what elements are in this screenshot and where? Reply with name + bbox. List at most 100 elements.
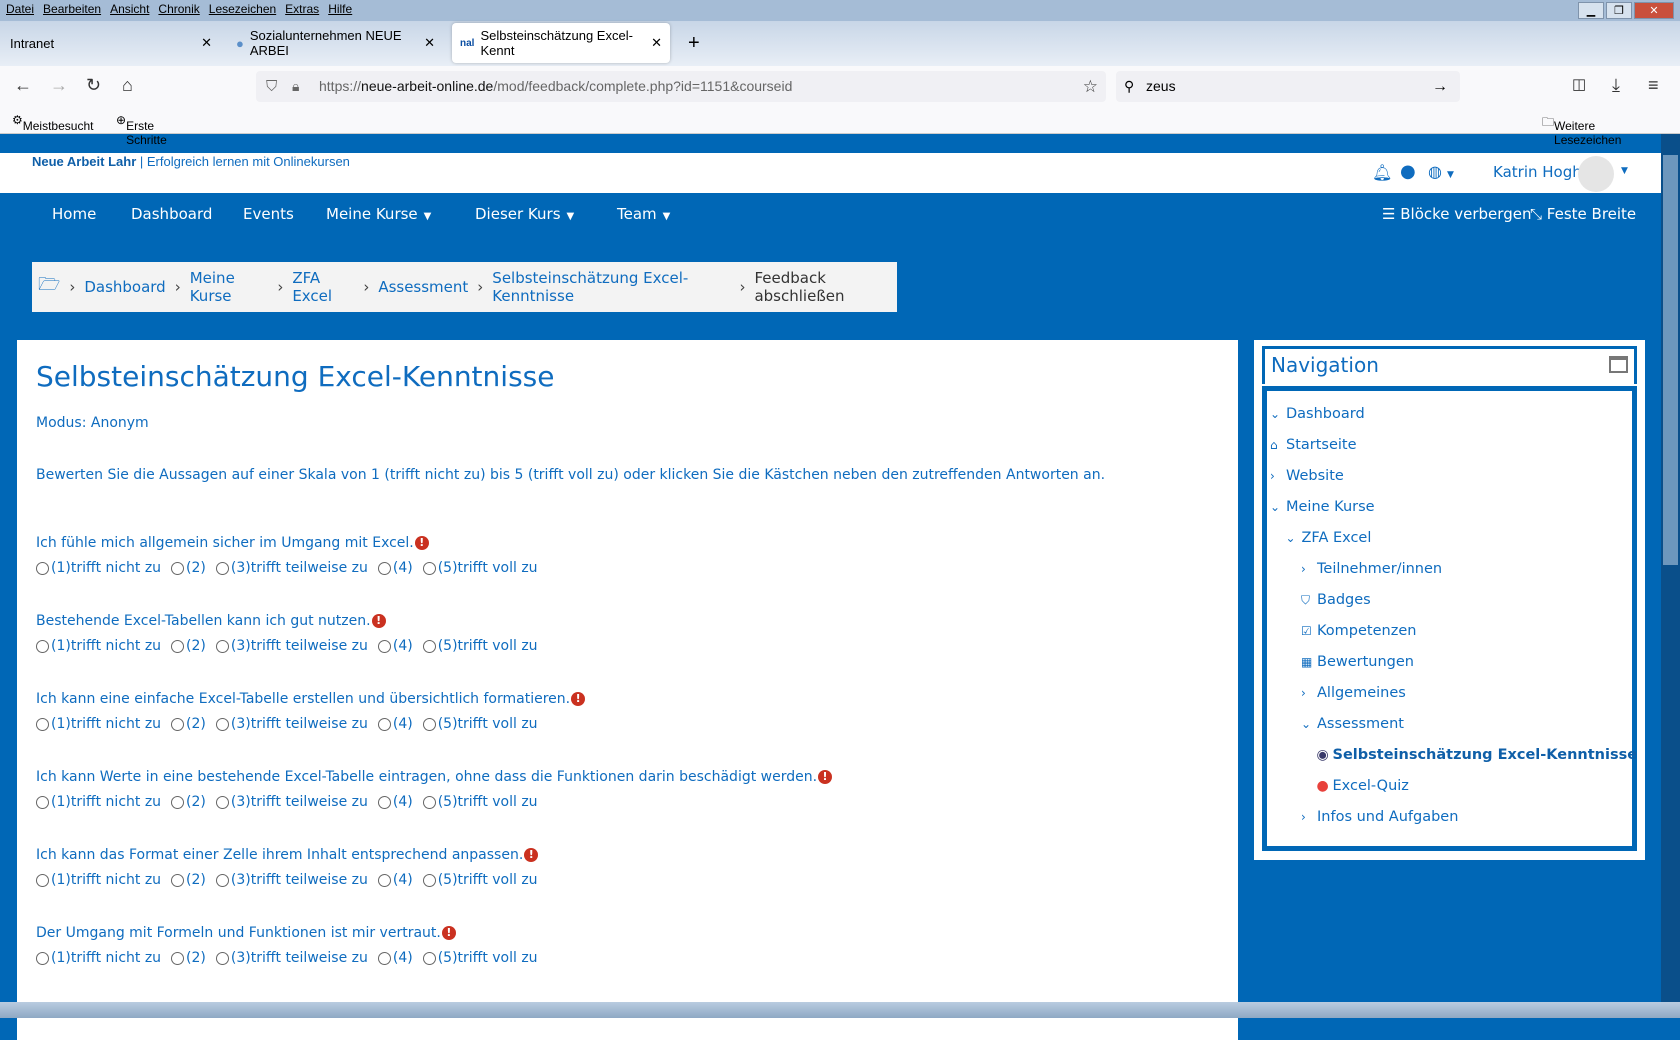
forward-icon[interactable]: → <box>50 75 68 96</box>
nav-item-infos-und-aufgaben[interactable]: › Infos und Aufgaben <box>1301 809 1458 825</box>
nav-item-bewertungen[interactable]: ▦ Bewertungen <box>1301 654 1414 670</box>
radio-button[interactable] <box>36 795 49 809</box>
radio-button[interactable] <box>36 717 49 731</box>
hamburger-menu-icon[interactable]: ≡ <box>1648 75 1659 96</box>
nav-item-zfa-excel[interactable]: ⌄ ZFA Excel <box>1286 530 1372 546</box>
breadcrumb-assessment[interactable]: Assessment <box>378 278 468 296</box>
restore-button[interactable]: ❐ <box>1606 2 1632 19</box>
close-tab-icon[interactable]: ✕ <box>424 35 435 51</box>
menu-lesezeichen[interactable]: Lesezeichen <box>209 2 276 19</box>
bell-icon[interactable]: 🔔︎ <box>1372 163 1392 182</box>
radio-button[interactable] <box>215 717 229 731</box>
new-tab-button[interactable]: + <box>680 23 708 63</box>
search-field[interactable]: ⚲ zeus → <box>1116 71 1460 102</box>
rating-option-2[interactable]: (2) <box>171 794 206 810</box>
radio-button[interactable] <box>36 873 49 887</box>
user-menu-caret-icon[interactable]: ▼ <box>1621 166 1628 176</box>
radio-button[interactable] <box>422 951 436 965</box>
menu-extras[interactable]: Extras <box>285 2 319 19</box>
rating-option-1[interactable]: (1)trifft nicht zu <box>36 716 161 732</box>
radio-button[interactable] <box>171 873 185 887</box>
rating-option-3[interactable]: (3)trifft teilweise zu <box>215 716 368 732</box>
radio-button[interactable] <box>377 639 391 653</box>
rating-option-4[interactable]: (4) <box>377 794 413 810</box>
radio-button[interactable] <box>377 717 391 731</box>
nav-item-website[interactable]: › Website <box>1270 468 1344 484</box>
menu-ansicht[interactable]: Ansicht <box>110 2 149 19</box>
nav-meine-kurse[interactable]: Meine Kurse ▼ <box>326 205 431 223</box>
bookmark-star-icon[interactable]: ☆ <box>1083 71 1098 102</box>
pocket-icon[interactable]: ◫ <box>1572 75 1586 93</box>
close-tab-icon[interactable]: ✕ <box>201 35 212 51</box>
nav-item-badges[interactable]: ⛉ Badges <box>1301 592 1371 608</box>
user-name[interactable]: Katrin Hogh <box>1493 163 1582 181</box>
radio-button[interactable] <box>171 795 185 809</box>
rating-option-4[interactable]: (4) <box>377 560 413 576</box>
radio-button[interactable] <box>171 639 185 653</box>
avatar[interactable] <box>1578 156 1614 192</box>
nav-item-assessment[interactable]: ⌄ Assessment <box>1301 716 1404 732</box>
download-icon[interactable]: ⤓ <box>1612 75 1620 96</box>
rating-option-5[interactable]: (5)trifft voll zu <box>422 560 538 576</box>
radio-button[interactable] <box>422 795 436 809</box>
nav-item-dashboard[interactable]: ⌄ Dashboard <box>1270 406 1365 422</box>
radio-button[interactable] <box>36 561 49 575</box>
search-go-icon[interactable]: → <box>1432 71 1448 102</box>
nav-item-kompetenzen[interactable]: ☑ Kompetenzen <box>1301 623 1416 639</box>
rating-option-2[interactable]: (2) <box>171 560 206 576</box>
rating-option-1[interactable]: (1)trifft nicht zu <box>36 950 161 966</box>
radio-button[interactable] <box>215 795 229 809</box>
rating-option-4[interactable]: (4) <box>377 716 413 732</box>
nav-item-meine-kurse[interactable]: ⌄ Meine Kurse <box>1270 499 1375 515</box>
radio-button[interactable] <box>215 951 229 965</box>
nav-item-startseite[interactable]: ⌂ Startseite <box>1270 437 1357 453</box>
tab-selbsteinschaetzung[interactable]: nal Selbsteinschätzung Excel-Kennt ✕ <box>452 23 670 63</box>
breadcrumb-dashboard[interactable]: Dashboard <box>84 278 165 296</box>
back-icon[interactable]: ← <box>14 75 32 96</box>
radio-button[interactable] <box>215 561 229 575</box>
site-brand[interactable]: Neue Arbeit Lahr | Erfolgreich lernen mi… <box>32 154 350 169</box>
rating-option-5[interactable]: (5)trifft voll zu <box>422 950 538 966</box>
nav-item-teilnehmer[interactable]: › Teilnehmer/innen <box>1301 561 1442 577</box>
bookmark-erste-schritte[interactable]: ⊕ Erste Schritte <box>116 113 167 147</box>
radio-button[interactable] <box>36 951 49 965</box>
rating-option-1[interactable]: (1)trifft nicht zu <box>36 872 161 888</box>
rating-option-3[interactable]: (3)trifft teilweise zu <box>215 638 368 654</box>
radio-button[interactable] <box>422 561 436 575</box>
reload-icon[interactable]: ↻ <box>86 75 101 96</box>
rating-option-2[interactable]: (2) <box>171 950 206 966</box>
tab-sozialunternehmen[interactable]: ● Sozialunternehmen NEUE ARBEI ✕ <box>228 23 443 63</box>
rating-option-2[interactable]: (2) <box>171 638 206 654</box>
scrollbar-thumb[interactable] <box>1663 155 1678 565</box>
radio-button[interactable] <box>422 717 436 731</box>
rating-option-5[interactable]: (5)trifft voll zu <box>422 716 538 732</box>
folder-open-icon[interactable]: 🗁︎ <box>38 272 60 302</box>
breadcrumb-meine-kurse[interactable]: Meine Kurse <box>190 269 269 305</box>
radio-button[interactable] <box>422 873 436 887</box>
radio-button[interactable] <box>377 873 391 887</box>
bookmark-weitere[interactable]: 🗀︎ Weitere Lesezeichen <box>1542 113 1621 147</box>
nav-dieser-kurs[interactable]: Dieser Kurs ▼ <box>475 205 574 223</box>
rating-option-3[interactable]: (3)trifft teilweise zu <box>215 950 368 966</box>
collapse-block-icon[interactable] <box>1609 356 1628 373</box>
menu-chronik[interactable]: Chronik <box>158 2 199 19</box>
radio-button[interactable] <box>171 561 185 575</box>
bookmark-meistbesucht[interactable]: ⚙ Meistbesucht <box>12 113 93 133</box>
nav-item-selbsteinschaetzung[interactable]: ◉ Selbsteinschätzung Excel-Kenntnisse <box>1317 747 1638 763</box>
menu-datei[interactable]: Datei <box>6 2 34 19</box>
close-tab-icon[interactable]: ✕ <box>651 35 662 51</box>
radio-button[interactable] <box>171 717 185 731</box>
radio-button[interactable] <box>377 561 391 575</box>
close-window-button[interactable]: ✕ <box>1634 2 1674 19</box>
nav-team[interactable]: Team ▼ <box>617 205 670 223</box>
rating-option-3[interactable]: (3)trifft teilweise zu <box>215 560 368 576</box>
rating-option-5[interactable]: (5)trifft voll zu <box>422 638 538 654</box>
breadcrumb-feedback[interactable]: Selbsteinschätzung Excel-Kenntnisse <box>492 269 730 305</box>
rating-option-4[interactable]: (4) <box>377 638 413 654</box>
menu-bearbeiten[interactable]: Bearbeiten <box>43 2 101 19</box>
nav-dashboard[interactable]: Dashboard <box>131 205 212 223</box>
minimize-button[interactable]: ▁ <box>1578 2 1604 19</box>
menu-hilfe[interactable]: Hilfe <box>328 2 352 19</box>
radio-button[interactable] <box>377 795 391 809</box>
radio-button[interactable] <box>171 951 185 965</box>
